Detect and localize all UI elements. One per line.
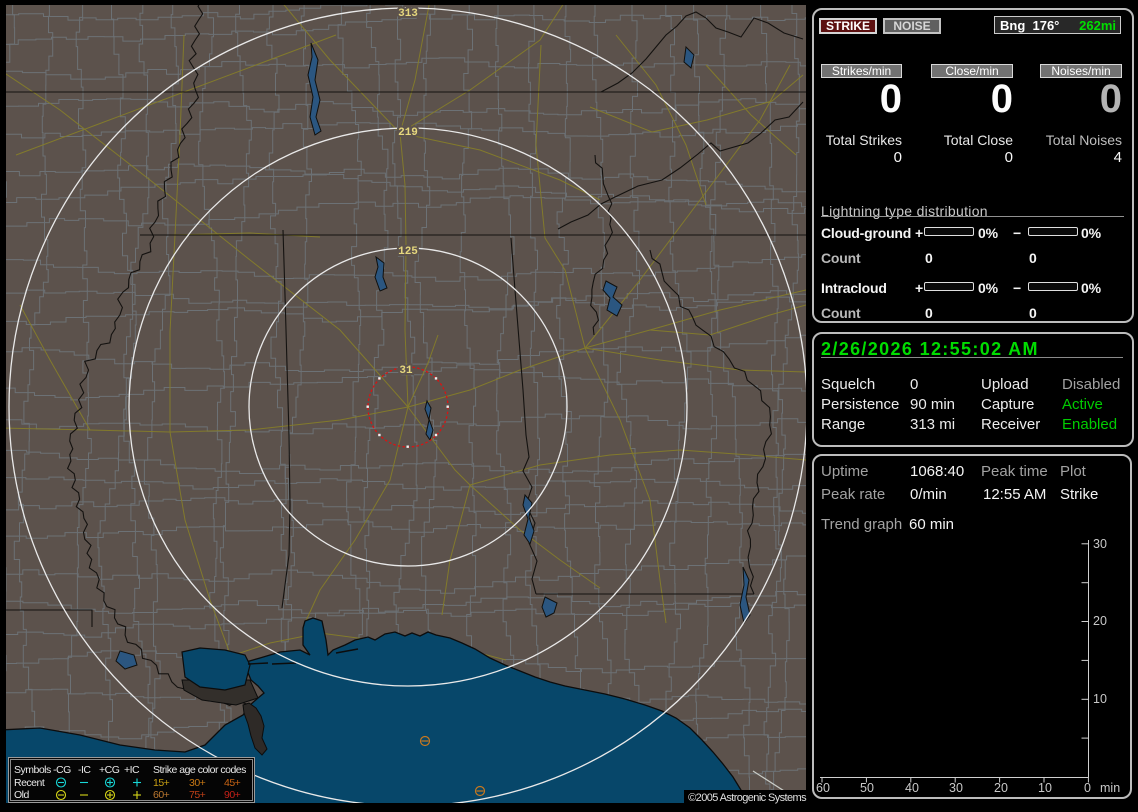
svg-text:125: 125 (398, 246, 418, 258)
svg-text:20: 20 (1093, 614, 1107, 628)
svg-text:219: 219 (398, 127, 418, 139)
svg-text:30: 30 (949, 781, 963, 795)
svg-text:50: 50 (860, 781, 874, 795)
svg-text:10: 10 (1093, 692, 1107, 706)
svg-text:10: 10 (1038, 781, 1052, 795)
svg-text:40: 40 (905, 781, 919, 795)
svg-text:30: 30 (1093, 537, 1107, 551)
svg-text:31: 31 (399, 365, 413, 377)
svg-text:20: 20 (994, 781, 1008, 795)
svg-text:313: 313 (398, 8, 418, 20)
svg-text:min: min (1100, 781, 1120, 795)
svg-text:0: 0 (1084, 781, 1091, 795)
svg-text:60: 60 (816, 781, 830, 795)
